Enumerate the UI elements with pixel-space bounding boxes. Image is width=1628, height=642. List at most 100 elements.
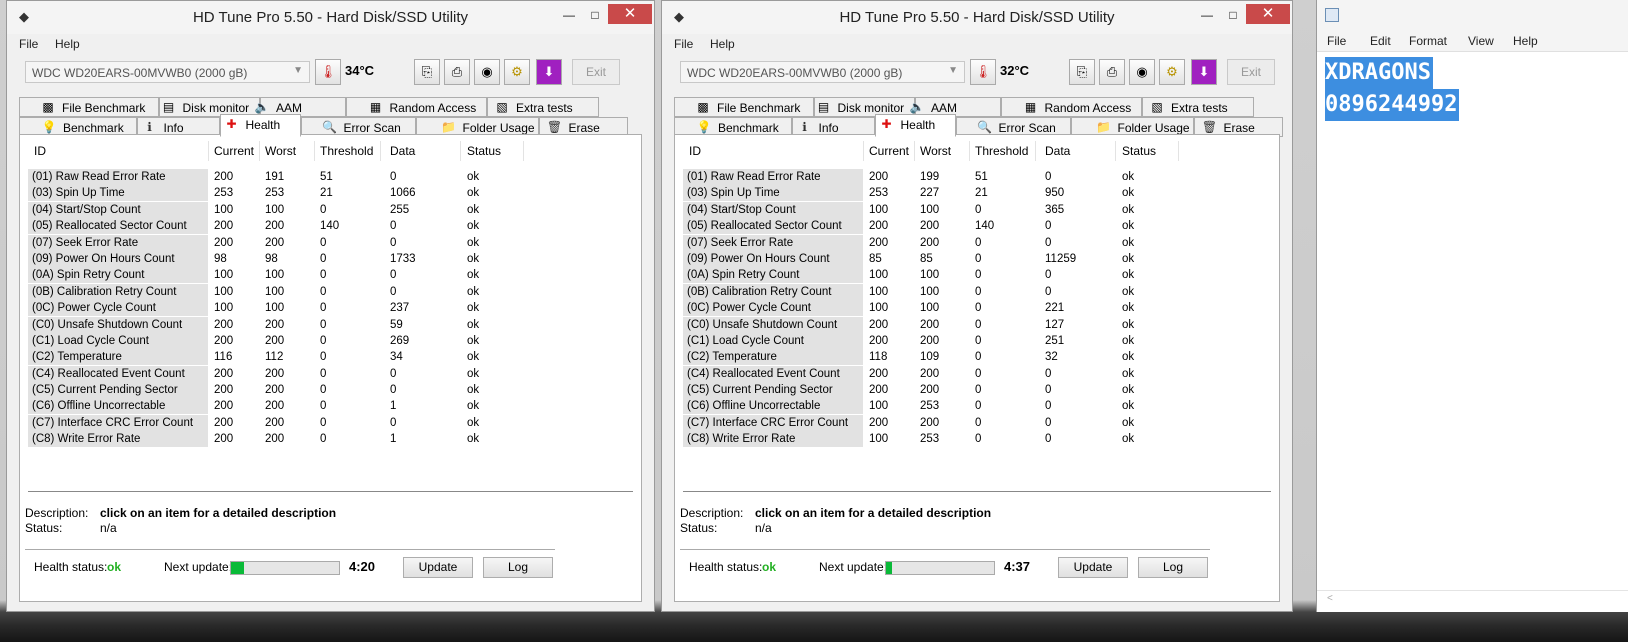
log-button[interactable]: Log: [1138, 557, 1208, 578]
column-divider[interactable]: [969, 141, 970, 161]
notepad-line-2[interactable]: 0896244992: [1325, 89, 1460, 121]
tab-health-cross[interactable]: ✚ Health: [875, 114, 956, 137]
column-header[interactable]: Threshold: [975, 144, 1041, 162]
table-row[interactable]: (0A) Spin Retry Count 100 100 0 0 ok: [683, 267, 1271, 284]
notepad-menu-help[interactable]: Help: [1513, 34, 1538, 48]
table-row[interactable]: (0B) Calibration Retry Count 100 100 0 0 ok: [28, 283, 633, 300]
notepad-horizontal-scrollbar[interactable]: <: [1317, 590, 1628, 606]
close-icon[interactable]: ✕: [608, 4, 652, 24]
column-divider[interactable]: [1178, 141, 1179, 161]
notepad-text-area[interactable]: XDRAGONS 0896244992: [1325, 57, 1460, 121]
tab-extra-tests[interactable]: ▧ Extra tests: [1142, 97, 1254, 117]
copy-all-button[interactable]: ⎙: [1099, 59, 1125, 85]
notepad-menu-file[interactable]: File: [1327, 34, 1346, 48]
table-row[interactable]: (C1) Load Cycle Count 200 200 0 251 ok: [683, 332, 1271, 349]
drive-select[interactable]: WDC WD20EARS-00MVWB0 (2000 gB) ▼: [25, 61, 310, 83]
table-row[interactable]: (03) Spin Up Time 253 253 21 1066 ok: [28, 185, 633, 202]
update-button[interactable]: Update: [1058, 557, 1128, 578]
notepad-line-1[interactable]: XDRAGONS: [1325, 57, 1433, 89]
save-down-arrow-button[interactable]: ⬇: [1191, 59, 1217, 85]
maximize-icon[interactable]: □: [1220, 5, 1246, 27]
table-row[interactable]: (C2) Temperature 116 112 0 34 ok: [28, 349, 633, 366]
column-divider[interactable]: [1115, 141, 1116, 161]
column-header[interactable]: Worst: [920, 144, 972, 162]
column-header[interactable]: ID: [34, 144, 210, 162]
maximize-icon[interactable]: □: [582, 5, 608, 27]
copy-info-button[interactable]: ⎘: [1069, 59, 1095, 85]
table-row[interactable]: (C8) Write Error Rate 100 253 0 0 ok: [683, 431, 1271, 448]
column-header[interactable]: ID: [689, 144, 865, 162]
minimize-icon[interactable]: —: [556, 5, 582, 27]
save-down-arrow-button[interactable]: ⬇: [536, 59, 562, 85]
close-icon[interactable]: ✕: [1246, 4, 1290, 24]
table-row[interactable]: (04) Start/Stop Count 100 100 0 365 ok: [683, 201, 1271, 218]
update-button[interactable]: Update: [403, 557, 473, 578]
table-row[interactable]: (C7) Interface CRC Error Count 200 200 0 0 ok: [28, 414, 633, 431]
column-header[interactable]: Worst: [265, 144, 317, 162]
table-row[interactable]: (09) Power On Hours Count 98 98 0 1733 ok: [28, 250, 633, 267]
table-row[interactable]: (C5) Current Pending Sector 200 200 0 0 ok: [28, 382, 633, 399]
minimize-icon[interactable]: —: [1194, 5, 1220, 27]
scroll-left-arrow-icon[interactable]: <: [1327, 593, 1333, 604]
column-divider[interactable]: [460, 141, 461, 161]
table-row[interactable]: (C8) Write Error Rate 200 200 0 1 ok: [28, 431, 633, 448]
exit-button[interactable]: Exit: [1227, 59, 1275, 85]
copy-all-button[interactable]: ⎙: [444, 59, 470, 85]
tab-file-benchmark[interactable]: ▩ File Benchmark: [19, 97, 159, 117]
column-header[interactable]: Status: [1122, 144, 1182, 162]
menu-file[interactable]: File: [19, 37, 38, 51]
exit-button[interactable]: Exit: [572, 59, 620, 85]
tab-extra-tests[interactable]: ▧ Extra tests: [487, 97, 599, 117]
screenshot-camera-button[interactable]: ◉: [1129, 59, 1155, 85]
table-row[interactable]: (05) Reallocated Sector Count 200 200 140 0 o…: [683, 218, 1271, 235]
table-row[interactable]: (01) Raw Read Error Rate 200 199 51 0 ok: [683, 169, 1271, 185]
notepad-menu-view[interactable]: View: [1468, 34, 1494, 48]
table-row[interactable]: (0B) Calibration Retry Count 100 100 0 0 ok: [683, 283, 1271, 300]
table-row[interactable]: (C4) Reallocated Event Count 200 200 0 0 ok: [683, 365, 1271, 382]
table-row[interactable]: (07) Seek Error Rate 200 200 0 0 ok: [683, 234, 1271, 251]
table-row[interactable]: (0C) Power Cycle Count 100 100 0 237 ok: [28, 300, 633, 317]
column-divider[interactable]: [914, 141, 915, 161]
column-divider[interactable]: [208, 141, 209, 161]
table-row[interactable]: (C0) Unsafe Shutdown Count 200 200 0 59 ok: [28, 316, 633, 333]
table-row[interactable]: (03) Spin Up Time 253 227 21 950 ok: [683, 185, 1271, 202]
copy-info-button[interactable]: ⎘: [414, 59, 440, 85]
table-row[interactable]: (C6) Offline Uncorrectable 100 253 0 0 ok: [683, 398, 1271, 415]
table-row[interactable]: (01) Raw Read Error Rate 200 191 51 0 ok: [28, 169, 633, 185]
options-button[interactable]: ⚙: [504, 59, 530, 85]
tab-health-cross[interactable]: ✚ Health: [220, 114, 301, 137]
column-divider[interactable]: [523, 141, 524, 161]
log-button[interactable]: Log: [483, 557, 553, 578]
table-row[interactable]: (0C) Power Cycle Count 100 100 0 221 ok: [683, 300, 1271, 317]
tab-file-benchmark[interactable]: ▩ File Benchmark: [674, 97, 814, 117]
column-header[interactable]: Threshold: [320, 144, 386, 162]
column-header[interactable]: Data: [1045, 144, 1119, 162]
table-row[interactable]: (09) Power On Hours Count 85 85 0 11259 ok: [683, 250, 1271, 267]
table-row[interactable]: (05) Reallocated Sector Count 200 200 140 0 o…: [28, 218, 633, 235]
table-row[interactable]: (0A) Spin Retry Count 100 100 0 0 ok: [28, 267, 633, 284]
screenshot-camera-button[interactable]: ◉: [474, 59, 500, 85]
table-row[interactable]: (C1) Load Cycle Count 200 200 0 269 ok: [28, 332, 633, 349]
table-row[interactable]: (C7) Interface CRC Error Count 200 200 0 0 ok: [683, 414, 1271, 431]
drive-select[interactable]: WDC WD20EARS-00MVWB0 (2000 gB) ▼: [680, 61, 965, 83]
menu-help[interactable]: Help: [710, 37, 735, 51]
column-divider[interactable]: [1035, 141, 1036, 161]
options-button[interactable]: ⚙: [1159, 59, 1185, 85]
column-header[interactable]: Data: [390, 144, 464, 162]
column-divider[interactable]: [863, 141, 864, 161]
table-row[interactable]: (C4) Reallocated Event Count 200 200 0 0 ok: [28, 365, 633, 382]
column-divider[interactable]: [380, 141, 381, 161]
table-row[interactable]: (C5) Current Pending Sector 200 200 0 0 ok: [683, 382, 1271, 399]
table-row[interactable]: (C0) Unsafe Shutdown Count 200 200 0 127 ok: [683, 316, 1271, 333]
menu-file[interactable]: File: [674, 37, 693, 51]
title-bar[interactable]: ◆ HD Tune Pro 5.50 - Hard Disk/SSD Utilit…: [7, 1, 654, 34]
column-divider[interactable]: [259, 141, 260, 161]
title-bar[interactable]: ◆ HD Tune Pro 5.50 - Hard Disk/SSD Utilit…: [662, 1, 1292, 34]
table-row[interactable]: (07) Seek Error Rate 200 200 0 0 ok: [28, 234, 633, 251]
tab-random-access[interactable]: ▦ Random Access: [1001, 97, 1142, 117]
notepad-menu-format[interactable]: Format: [1409, 34, 1447, 48]
column-divider[interactable]: [314, 141, 315, 161]
column-header[interactable]: Status: [467, 144, 527, 162]
table-row[interactable]: (C6) Offline Uncorrectable 200 200 0 1 ok: [28, 398, 633, 415]
tab-random-access[interactable]: ▦ Random Access: [346, 97, 487, 117]
